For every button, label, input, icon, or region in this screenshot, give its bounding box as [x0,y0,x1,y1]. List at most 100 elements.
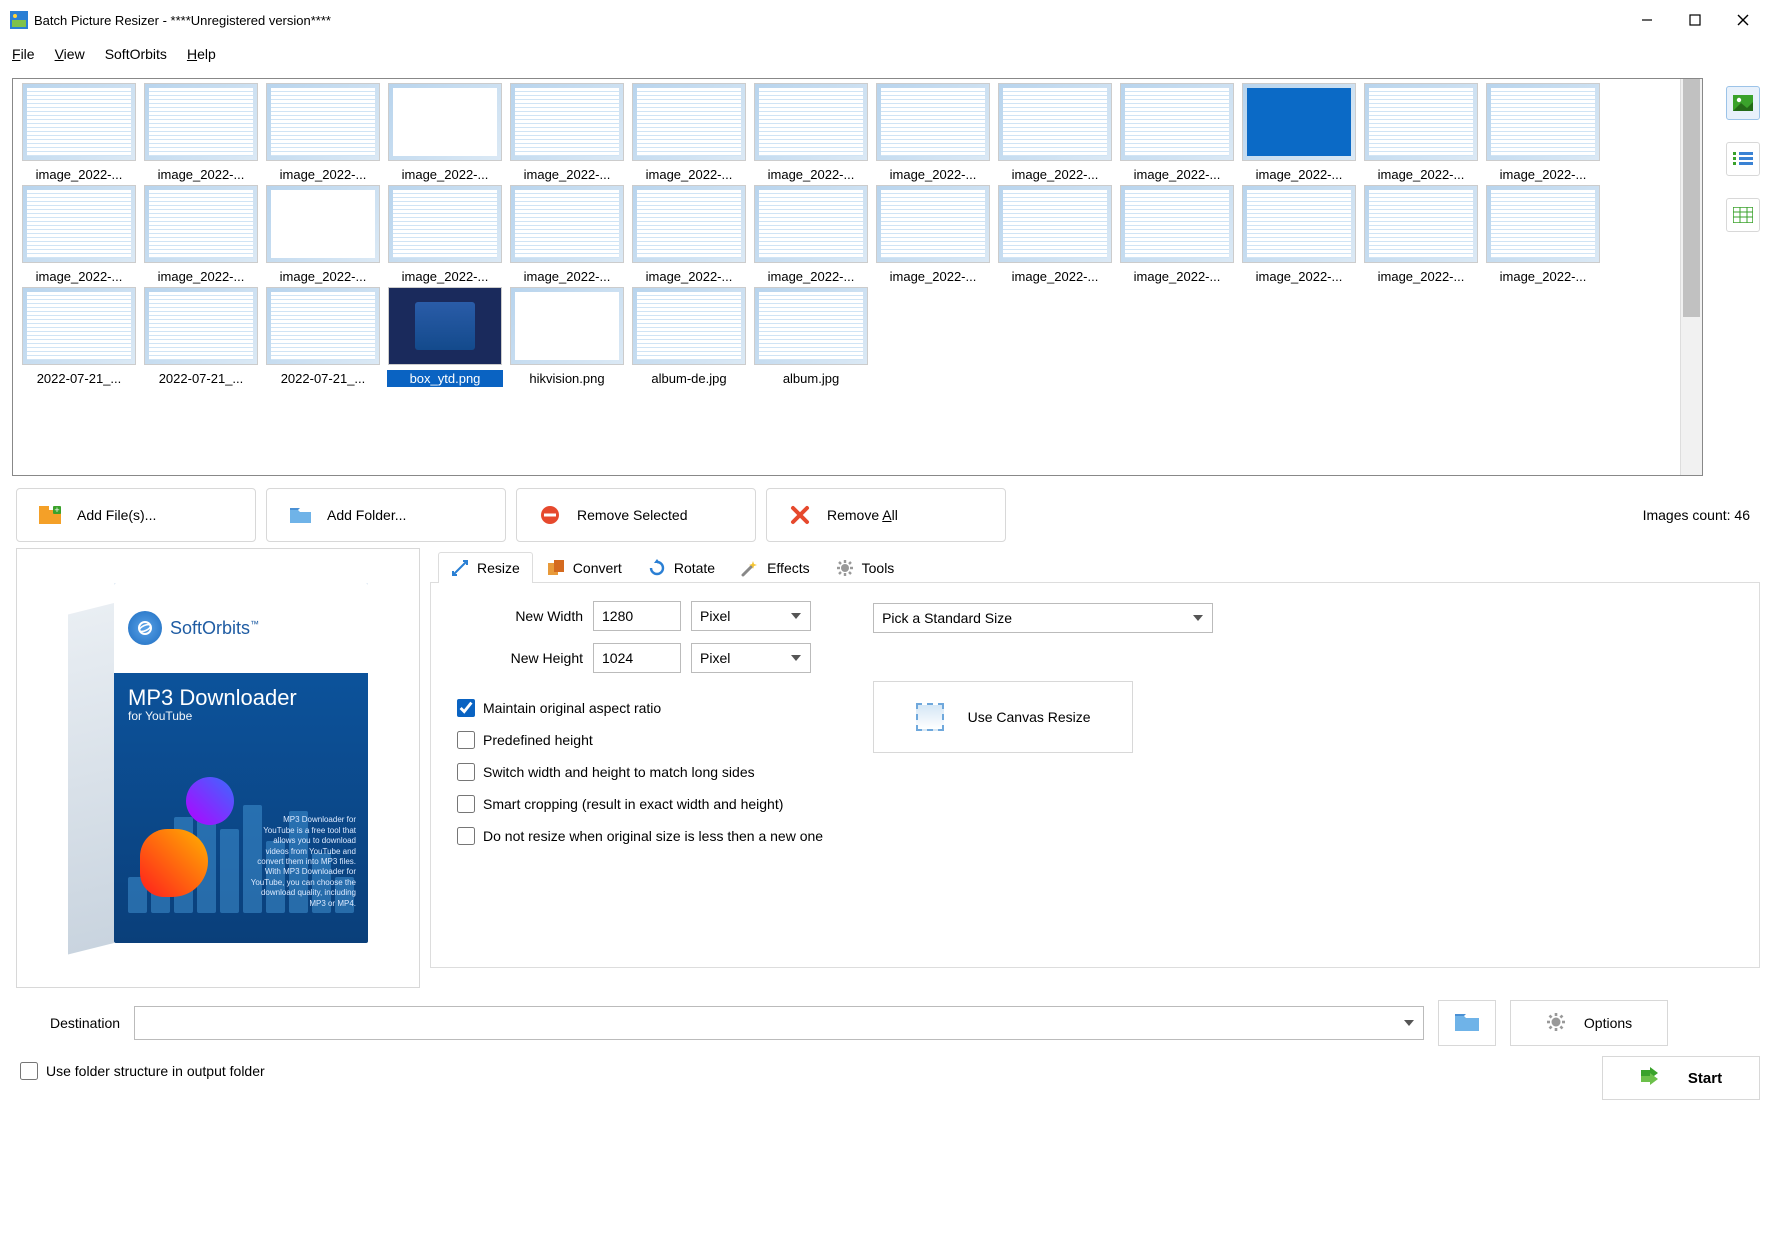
thumbnail-label: image_2022-... [631,166,747,183]
thumbnail-item[interactable]: image_2022-... [1363,83,1479,183]
thumbnail-item[interactable]: image_2022-... [265,185,381,285]
folder-icon [1454,1012,1480,1035]
thumbnail-item[interactable]: image_2022-... [753,185,869,285]
tab-rotate[interactable]: Rotate [636,552,727,583]
menubar: File View SoftOrbits Help [0,40,1776,68]
width-unit-select[interactable]: Pixel [691,601,811,631]
height-unit-select[interactable]: Pixel [691,643,811,673]
menu-softorbits[interactable]: SoftOrbits [105,46,167,62]
use-folder-structure-checkbox[interactable]: Use folder structure in output folder [20,1062,265,1080]
add-folder-button[interactable]: Add Folder... [266,488,506,542]
thumbnail-image [754,185,868,263]
thumbnail-item[interactable]: image_2022-... [1241,185,1357,285]
thumbnail-label: image_2022-... [143,166,259,183]
tab-convert[interactable]: Convert [535,552,634,583]
thumbnail-image [1364,185,1478,263]
thumbnail-item[interactable]: box_ytd.png [387,287,503,387]
new-height-input[interactable] [593,643,681,673]
thumbnail-item[interactable]: image_2022-... [21,83,137,183]
view-thumbnails-button[interactable] [1726,86,1760,120]
thumbnail-image [144,83,258,161]
remove-all-button[interactable]: Remove All [766,488,1006,542]
thumbnail-label: image_2022-... [997,166,1113,183]
thumbnail-item[interactable]: image_2022-... [997,185,1113,285]
thumbnail-item[interactable]: 2022-07-21_... [21,287,137,387]
thumbnail-image [266,83,380,161]
menu-file[interactable]: File [12,46,35,62]
options-button[interactable]: Options [1510,1000,1668,1046]
thumbnail-image [754,83,868,161]
thumbnail-image [1364,83,1478,161]
thumbnail-item[interactable]: image_2022-... [1241,83,1357,183]
window-title: Batch Picture Resizer - ****Unregistered… [34,13,1624,28]
thumbnail-item[interactable]: 2022-07-21_... [143,287,259,387]
destination-label: Destination [50,1015,120,1031]
thumbnail-label: image_2022-... [143,268,259,285]
destination-select[interactable] [134,1006,1424,1040]
thumbnail-image [1120,83,1234,161]
thumbnail-item[interactable]: image_2022-... [509,83,625,183]
thumbnail-label: image_2022-... [753,166,869,183]
tab-effects[interactable]: Effects [729,552,822,583]
thumbnail-item[interactable]: image_2022-... [631,185,747,285]
thumbnail-item[interactable]: image_2022-... [265,83,381,183]
thumbnail-image [266,287,380,365]
thumbnail-item[interactable]: image_2022-... [387,185,503,285]
new-width-input[interactable] [593,601,681,631]
menu-help[interactable]: Help [187,46,216,62]
thumbnail-item[interactable]: image_2022-... [997,83,1113,183]
thumbnail-item[interactable]: image_2022-... [1363,185,1479,285]
no-resize-smaller-checkbox[interactable]: Do not resize when original size is less… [457,827,823,845]
rotate-icon [648,559,666,577]
thumbnail-item[interactable]: album-de.jpg [631,287,747,387]
thumbnail-pane: image_2022-...image_2022-...image_2022-.… [12,78,1703,476]
thumbnail-label: image_2022-... [1241,268,1357,285]
thumbnail-item[interactable]: image_2022-... [143,185,259,285]
thumbnail-item[interactable]: image_2022-... [21,185,137,285]
thumbnail-item[interactable]: image_2022-... [753,83,869,183]
thumbnail-item[interactable]: hikvision.png [509,287,625,387]
remove-selected-label: Remove Selected [577,507,688,523]
thumbnail-label: image_2022-... [1241,166,1357,183]
thumbnail-image [1486,185,1600,263]
standard-size-select[interactable]: Pick a Standard Size [873,603,1213,633]
maximize-button[interactable] [1672,4,1718,36]
smart-cropping-checkbox[interactable]: Smart cropping (result in exact width an… [457,795,823,813]
convert-icon [547,559,565,577]
thumbnail-label: 2022-07-21_... [265,370,381,387]
predefined-height-checkbox[interactable]: Predefined height [457,731,823,749]
switch-long-sides-checkbox[interactable]: Switch width and height to match long si… [457,763,823,781]
add-files-button[interactable]: + Add File(s)... [16,488,256,542]
thumbnail-item[interactable]: 2022-07-21_... [265,287,381,387]
thumbnails-scrollbar[interactable] [1680,79,1702,475]
view-list-button[interactable] [1726,142,1760,176]
thumbnail-label: image_2022-... [265,166,381,183]
thumbnail-item[interactable]: image_2022-... [1119,83,1235,183]
thumbnail-item[interactable]: image_2022-... [387,83,503,183]
tab-tools[interactable]: Tools [824,552,907,583]
thumbnail-label: image_2022-... [21,268,137,285]
close-button[interactable] [1720,4,1766,36]
menu-view[interactable]: View [55,46,85,62]
thumbnail-item[interactable]: image_2022-... [1485,83,1601,183]
thumbnail-item[interactable]: image_2022-... [1485,185,1601,285]
view-table-button[interactable] [1726,198,1760,232]
tab-resize[interactable]: Resize [438,552,533,583]
thumbnail-item[interactable]: image_2022-... [509,185,625,285]
thumbnail-item[interactable]: album.jpg [753,287,869,387]
canvas-resize-button[interactable]: Use Canvas Resize [873,681,1133,753]
minimize-button[interactable] [1624,4,1670,36]
effects-icon [741,559,759,577]
add-folder-label: Add Folder... [327,507,406,523]
remove-selected-button[interactable]: Remove Selected [516,488,756,542]
thumbnail-item[interactable]: image_2022-... [1119,185,1235,285]
tools-icon [836,559,854,577]
thumbnail-label: image_2022-... [875,268,991,285]
thumbnail-item[interactable]: image_2022-... [143,83,259,183]
thumbnail-item[interactable]: image_2022-... [875,83,991,183]
browse-destination-button[interactable] [1438,1000,1496,1046]
thumbnail-item[interactable]: image_2022-... [631,83,747,183]
maintain-ratio-checkbox[interactable]: Maintain original aspect ratio [457,699,823,717]
thumbnail-item[interactable]: image_2022-... [875,185,991,285]
start-button[interactable]: Start [1602,1056,1760,1100]
